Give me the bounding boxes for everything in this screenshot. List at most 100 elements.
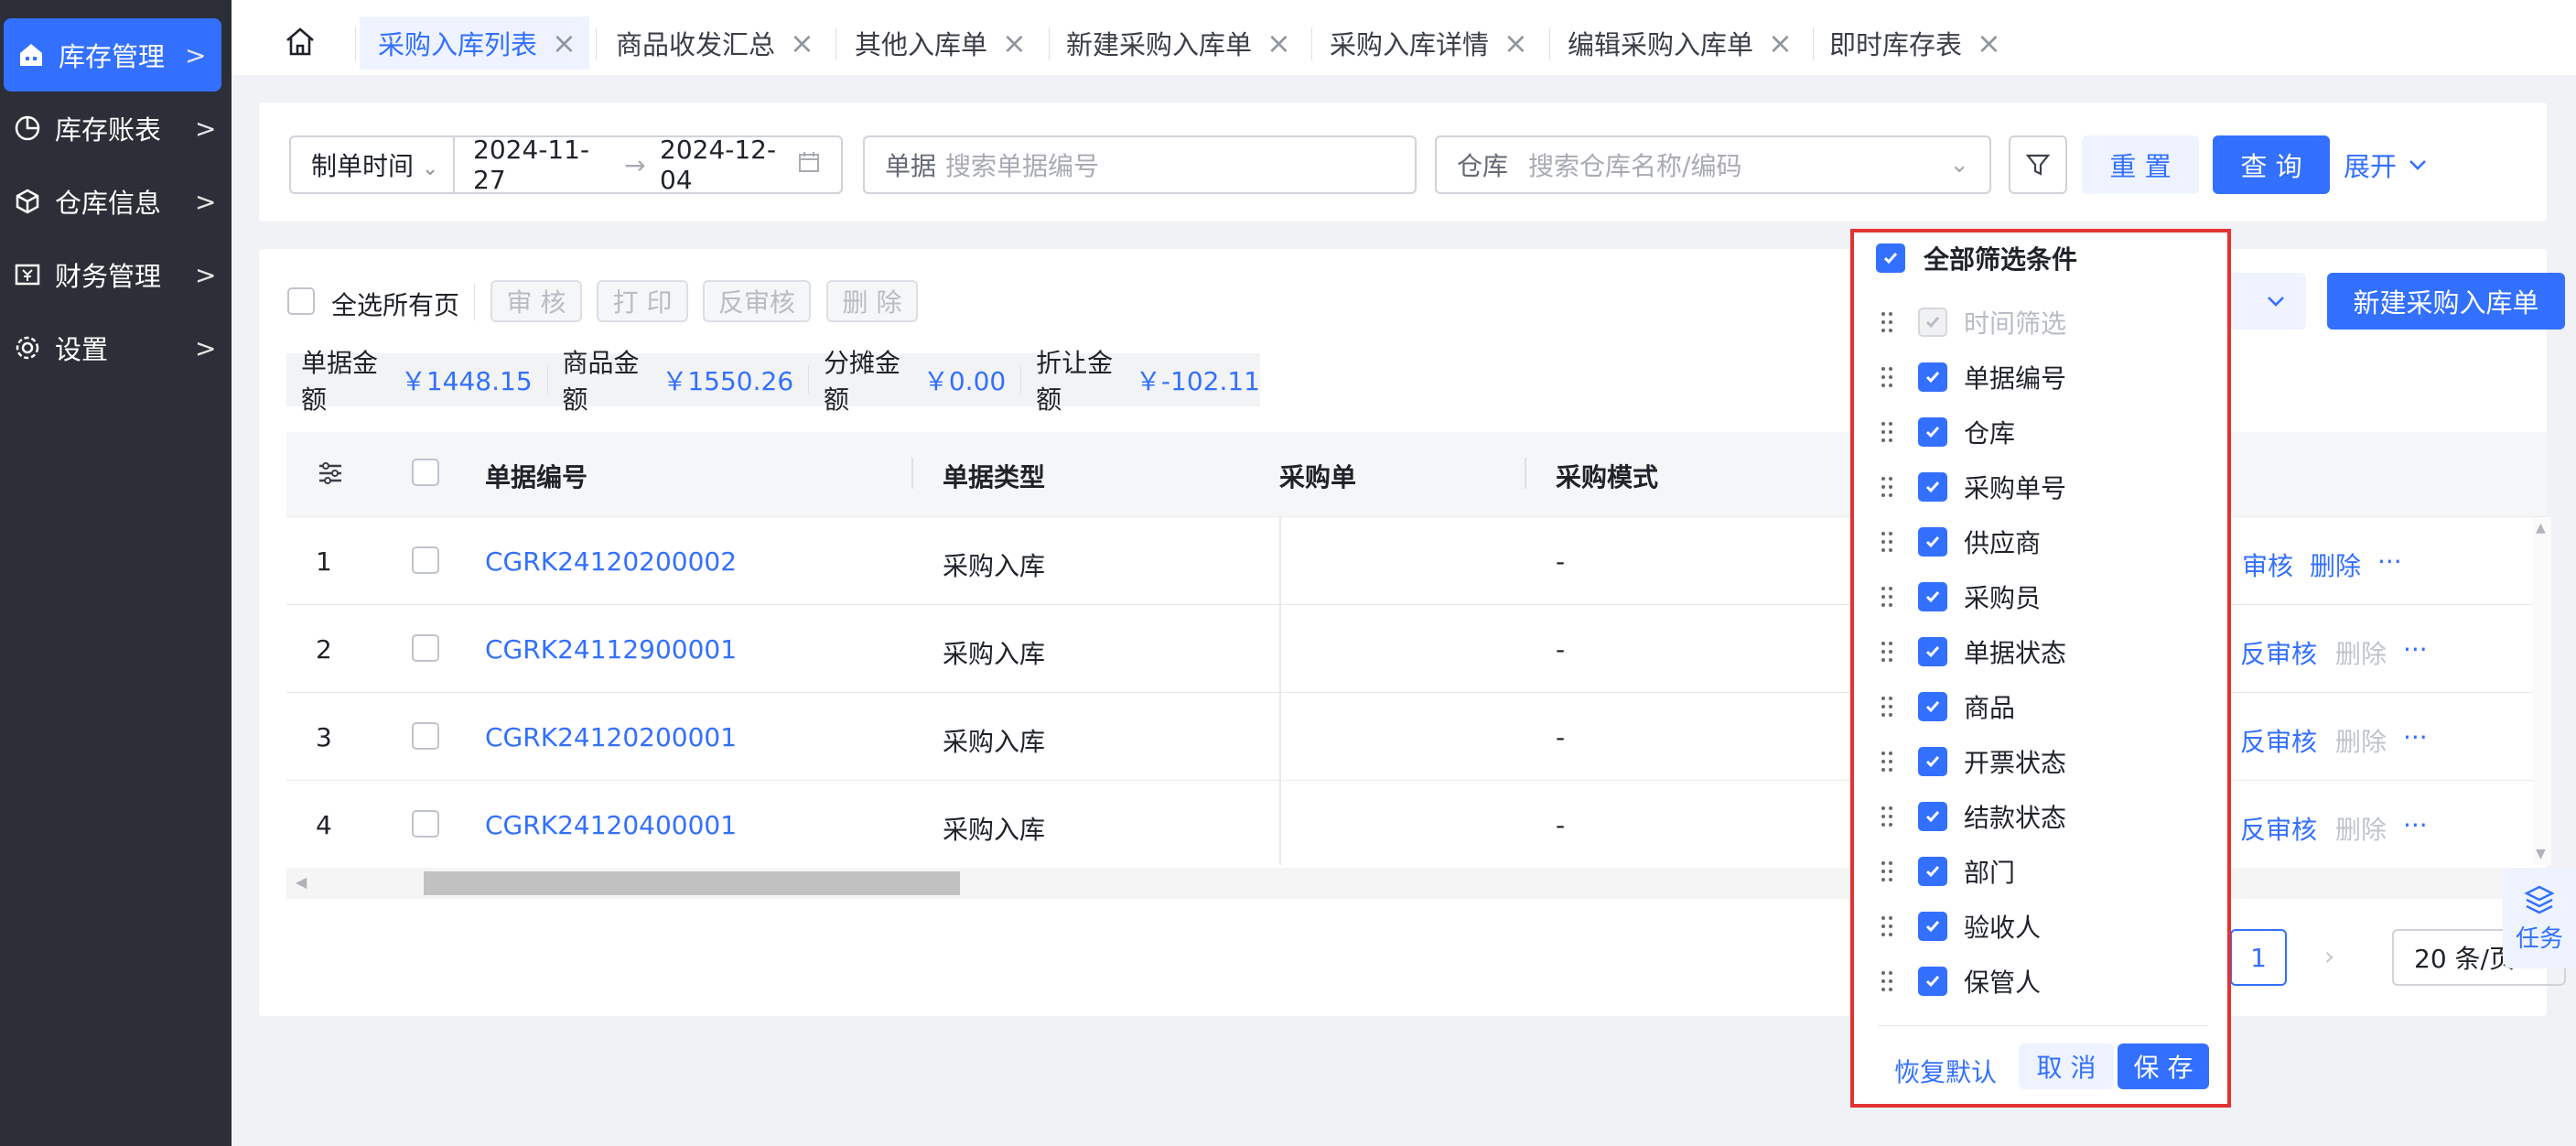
- cancel-button[interactable]: 取 消: [2019, 1043, 2114, 1089]
- unaudit-link[interactable]: 反审核: [2240, 722, 2317, 759]
- scrollbar-thumb[interactable]: [424, 871, 960, 895]
- checkbox-checked[interactable]: [1918, 362, 1947, 392]
- close-icon[interactable]: ×: [1002, 26, 1027, 60]
- more-actions-icon[interactable]: ···: [2403, 722, 2428, 752]
- close-icon[interactable]: ×: [1768, 26, 1793, 60]
- scroll-left-icon[interactable]: ◀: [296, 873, 307, 891]
- doc-number-link[interactable]: CGRK24112900001: [485, 634, 737, 665]
- drag-handle-icon[interactable]: [1881, 422, 1894, 442]
- checkbox-checked[interactable]: [1918, 967, 1947, 996]
- date-field-select[interactable]: 制单时间 ⌄: [311, 146, 453, 183]
- column-header-doc-no[interactable]: 单据编号: [485, 458, 587, 494]
- filter-condition-item[interactable]: 结款状态: [1854, 789, 2229, 844]
- home-icon[interactable]: [282, 24, 318, 60]
- drag-handle-icon[interactable]: [1881, 697, 1894, 717]
- restore-default-button[interactable]: 恢复默认: [1894, 1053, 1997, 1089]
- checkbox-checked[interactable]: [1918, 747, 1947, 776]
- doc-number-link[interactable]: CGRK24120200001: [485, 722, 737, 752]
- filter-condition-item[interactable]: 部门: [1854, 844, 2229, 899]
- checkbox-checked[interactable]: [1918, 692, 1947, 721]
- filter-condition-item[interactable]: 采购单号: [1854, 459, 2229, 514]
- drag-handle-icon[interactable]: [1881, 861, 1894, 881]
- more-actions-icon[interactable]: ···: [2377, 546, 2402, 577]
- next-page-icon[interactable]: ›: [2324, 941, 2334, 971]
- checkbox-checked[interactable]: [1918, 417, 1947, 447]
- date-start-input[interactable]: 2024-11-27: [473, 135, 610, 195]
- checkbox-checked[interactable]: [1918, 527, 1947, 557]
- filter-condition-item[interactable]: 采购员: [1854, 569, 2229, 624]
- row-checkbox[interactable]: [412, 810, 439, 838]
- row-checkbox[interactable]: [412, 546, 439, 574]
- select-all-checkbox[interactable]: [412, 459, 439, 486]
- unaudit-link[interactable]: 反审核: [2240, 634, 2317, 671]
- filter-condition-item[interactable]: 仓库: [1854, 405, 2229, 459]
- filter-condition-item[interactable]: 单据编号: [1854, 350, 2229, 405]
- filter-condition-item[interactable]: 商品: [1854, 679, 2229, 734]
- filter-condition-item[interactable]: 保管人: [1854, 954, 2229, 1009]
- warehouse-search-input[interactable]: 搜索仓库名称/编码: [1528, 146, 1949, 183]
- save-button[interactable]: 保 存: [2118, 1043, 2209, 1089]
- checkbox-checked[interactable]: [1918, 802, 1947, 831]
- column-settings-icon[interactable]: [316, 459, 345, 492]
- checkbox-checked[interactable]: [1918, 912, 1947, 941]
- warehouse-select[interactable]: 仓库 搜索仓库名称/编码 ⌄: [1435, 135, 1991, 194]
- checkbox-checked[interactable]: [1918, 472, 1947, 502]
- drag-handle-icon[interactable]: [1881, 751, 1894, 772]
- filter-condition-item[interactable]: 开票状态: [1854, 734, 2229, 789]
- close-icon[interactable]: ×: [1977, 26, 2001, 60]
- unaudit-link[interactable]: 反审核: [2240, 810, 2317, 847]
- doc-number-search[interactable]: 单据 搜索单据编号: [863, 135, 1417, 194]
- calendar-icon[interactable]: [797, 150, 821, 180]
- doc-number-link[interactable]: CGRK24120400001: [485, 810, 737, 840]
- drag-handle-icon[interactable]: [1881, 477, 1894, 497]
- page-1-button[interactable]: 1: [2230, 929, 2287, 986]
- column-header-doc-type[interactable]: 单据类型: [943, 458, 1045, 494]
- delete-link[interactable]: 删除: [2310, 546, 2361, 583]
- tab-edit-purchase-inbound[interactable]: 编辑采购入库单 ×: [1568, 16, 1793, 70]
- select-all-conditions[interactable]: 全部筛选条件: [1854, 231, 2229, 286]
- filter-condition-item[interactable]: 单据状态: [1854, 624, 2229, 679]
- checkbox-checked[interactable]: [1918, 637, 1947, 666]
- checkbox-checked[interactable]: [1918, 582, 1947, 611]
- drag-handle-icon[interactable]: [1881, 916, 1894, 936]
- column-header-purchase-order[interactable]: 采购单: [1279, 458, 1356, 494]
- tab-purchase-inbound-list[interactable]: 采购入库列表 ×: [360, 16, 589, 70]
- drag-handle-icon[interactable]: [1881, 642, 1894, 662]
- tab-new-purchase-inbound[interactable]: 新建采购入库单 ×: [1066, 16, 1291, 70]
- column-divider[interactable]: [1525, 458, 1526, 489]
- close-icon[interactable]: ×: [552, 26, 577, 60]
- scroll-up-icon[interactable]: ▲: [2536, 521, 2546, 535]
- close-icon[interactable]: ×: [1266, 26, 1291, 60]
- close-icon[interactable]: ×: [790, 26, 814, 60]
- sidebar-item-settings[interactable]: 设置 >: [0, 311, 232, 384]
- expand-button[interactable]: 展开: [2336, 135, 2437, 194]
- checkbox-checked[interactable]: [1918, 857, 1947, 886]
- close-icon[interactable]: ×: [1504, 26, 1528, 60]
- checkbox-checked[interactable]: [1876, 243, 1905, 273]
- tab-goods-summary[interactable]: 商品收发汇总 ×: [616, 16, 814, 70]
- tab-realtime-stock[interactable]: 即时库存表 ×: [1829, 16, 2001, 70]
- sidebar-item-inventory-management[interactable]: 库存管理 >: [4, 18, 221, 92]
- sidebar-item-inventory-reports[interactable]: 库存账表 >: [0, 92, 232, 165]
- scroll-down-icon[interactable]: ▼: [2536, 847, 2546, 861]
- query-button[interactable]: 查 询: [2213, 135, 2330, 194]
- tab-purchase-inbound-detail[interactable]: 采购入库详情 ×: [1330, 16, 1528, 70]
- reset-button[interactable]: 重 置: [2082, 135, 2199, 194]
- row-checkbox[interactable]: [412, 722, 439, 750]
- row-checkbox[interactable]: [412, 634, 439, 662]
- drag-handle-icon[interactable]: [1881, 532, 1894, 552]
- drag-handle-icon[interactable]: [1881, 587, 1894, 607]
- print-button[interactable]: 打 印: [597, 280, 688, 322]
- drag-handle-icon[interactable]: [1881, 971, 1894, 991]
- select-all-pages-checkbox[interactable]: [287, 287, 315, 315]
- filter-settings-button[interactable]: [2009, 135, 2067, 194]
- unaudit-button[interactable]: 反审核: [703, 280, 811, 322]
- doc-number-link[interactable]: CGRK24120200002: [485, 546, 737, 577]
- filter-condition-item[interactable]: 验收人: [1854, 899, 2229, 954]
- audit-button[interactable]: 审 核: [490, 280, 582, 322]
- drag-handle-icon[interactable]: [1881, 806, 1894, 827]
- filter-condition-item[interactable]: 供应商: [1854, 514, 2229, 569]
- tab-other-inbound[interactable]: 其他入库单 ×: [855, 16, 1027, 70]
- drag-handle-icon[interactable]: [1881, 367, 1894, 387]
- column-header-purchase-mode[interactable]: 采购模式: [1556, 458, 1658, 494]
